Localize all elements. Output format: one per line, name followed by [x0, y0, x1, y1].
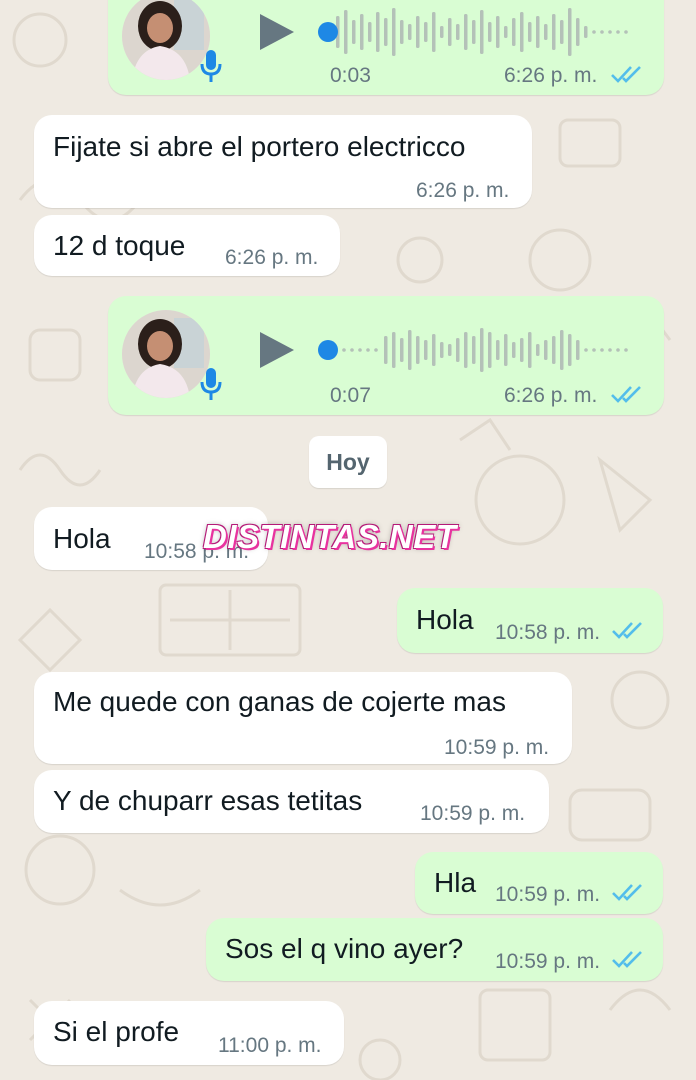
message-bubble-incoming[interactable]: Si el profe 11:00 p. m.: [34, 1001, 344, 1065]
message-text: Hola: [416, 604, 474, 635]
message-time: 10:58 p. m.: [495, 621, 601, 644]
microphone-icon: [200, 368, 222, 400]
message-time: 10:59 p. m.: [495, 883, 601, 906]
message-time: 10:59 p. m.: [444, 736, 550, 759]
message-text: Me quede con ganas de cojerte mas: [53, 686, 506, 717]
message-time: 10:59 p. m.: [420, 802, 526, 825]
voice-duration: 0:03: [330, 64, 371, 87]
message-time: 10:59 p. m.: [495, 950, 601, 973]
message-time: 11:00 p. m.: [218, 1034, 322, 1057]
message-bubble-outgoing[interactable]: Sos el q vino ayer? 10:59 p. m.: [206, 918, 663, 981]
message-time: 6:26 p. m.: [504, 64, 598, 87]
message-bubble-outgoing[interactable]: Hola 10:58 p. m.: [397, 588, 663, 653]
voice-message-2[interactable]: 0:07 6:26 p. m.: [108, 296, 664, 415]
double-check-icon: [611, 386, 641, 403]
sender-avatar: [122, 310, 210, 398]
play-icon[interactable]: [258, 330, 296, 370]
message-text: 12 d toque: [53, 230, 186, 261]
message-bubble-incoming[interactable]: Y de chuparr esas tetitas 10:59 p. m.: [34, 770, 549, 833]
voice-duration: 0:07: [330, 384, 371, 407]
message-bubble-incoming[interactable]: Fijate si abre el portero electricco 6:2…: [34, 115, 532, 208]
voice-message-1[interactable]: 0:03 6:26 p. m.: [108, 0, 664, 95]
message-bubble-outgoing[interactable]: Hla 10:59 p. m.: [415, 852, 663, 914]
date-separator: Hoy: [309, 436, 387, 488]
message-text: Hola: [53, 523, 111, 554]
message-text: Sos el q vino ayer?: [225, 933, 464, 964]
double-check-icon: [612, 884, 642, 901]
message-bubble-incoming[interactable]: 12 d toque 6:26 p. m.: [34, 215, 340, 276]
message-text: Y de chuparr esas tetitas: [53, 785, 363, 816]
message-text: Hla: [434, 867, 477, 898]
audio-waveform[interactable]: [318, 2, 638, 62]
play-icon[interactable]: [258, 12, 296, 52]
message-time: 6:26 p. m.: [225, 246, 319, 269]
sender-avatar: [122, 0, 210, 80]
microphone-icon: [200, 50, 222, 82]
message-bubble-incoming[interactable]: Me quede con ganas de cojerte mas 10:59 …: [34, 672, 572, 764]
double-check-icon: [611, 66, 641, 83]
audio-waveform[interactable]: [318, 320, 638, 380]
message-time: 6:26 p. m.: [504, 384, 598, 407]
double-check-icon: [612, 622, 642, 639]
watermark: DISTINTAS.NET: [203, 518, 457, 555]
message-time: 6:26 p. m.: [416, 179, 510, 202]
double-check-icon: [612, 951, 642, 968]
message-text: Fijate si abre el portero electricco: [53, 131, 466, 162]
message-text: Si el profe: [53, 1016, 180, 1047]
